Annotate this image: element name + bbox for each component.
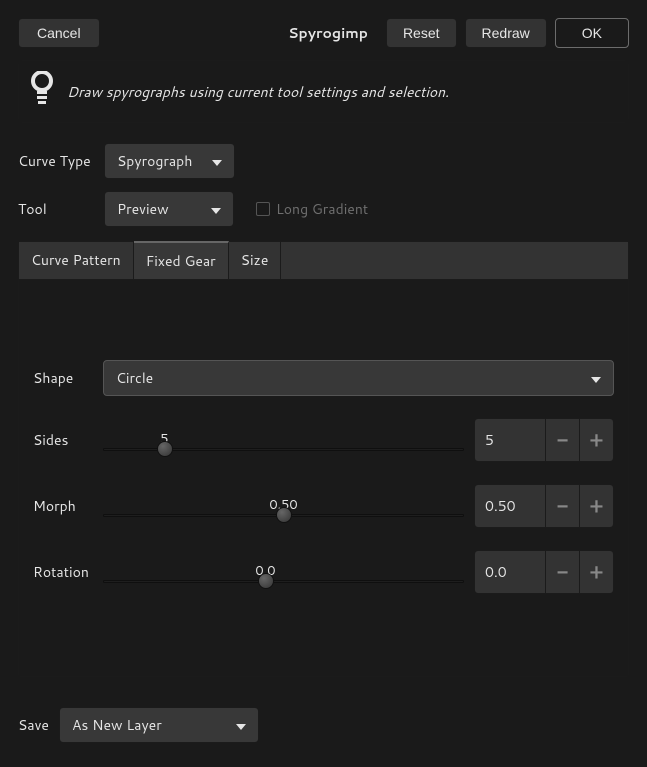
morph-label: Morph xyxy=(33,496,93,516)
morph-decrement-button[interactable]: − xyxy=(546,484,580,528)
slider-track[interactable] xyxy=(103,448,464,451)
tool-value: Preview xyxy=(117,199,169,219)
sides-input[interactable]: 5 xyxy=(474,418,546,462)
rotation-input[interactable]: 0.0 xyxy=(474,550,546,594)
slider-handle[interactable] xyxy=(157,441,173,457)
shape-label: Shape xyxy=(33,368,93,388)
sides-label: Sides xyxy=(33,430,93,450)
chevron-down-icon xyxy=(236,715,246,735)
save-row: Save As New Layer xyxy=(18,707,629,743)
info-box: Draw spyrographs using current tool sett… xyxy=(18,60,629,123)
chevron-down-icon xyxy=(212,151,222,171)
tabs-bar: Curve Pattern Fixed Gear Size xyxy=(19,242,628,280)
redraw-button[interactable]: Redraw xyxy=(465,18,547,48)
slider-handle[interactable] xyxy=(276,507,292,523)
rotation-decrement-button[interactable]: − xyxy=(546,550,580,594)
shape-row: Shape Circle xyxy=(33,360,614,396)
morph-increment-button[interactable]: + xyxy=(580,484,614,528)
chevron-down-icon xyxy=(211,199,221,219)
curve-type-row: Curve Type Spyrograph xyxy=(18,143,629,179)
morph-spinner: 0.50 − + xyxy=(474,484,614,528)
tab-fixed-gear[interactable]: Fixed Gear xyxy=(134,241,229,279)
dialog-title: Spyrogimp xyxy=(288,23,368,43)
chevron-down-icon xyxy=(591,368,601,388)
shape-value: Circle xyxy=(116,368,153,388)
rotation-label: Rotation xyxy=(33,562,93,582)
info-text: Draw spyrographs using current tool sett… xyxy=(67,82,449,102)
slider-handle[interactable] xyxy=(258,573,274,589)
sides-slider[interactable]: 5 xyxy=(103,430,464,451)
header-row: Cancel Spyrogimp Reset Redraw OK xyxy=(18,18,629,48)
slider-track[interactable] xyxy=(103,514,464,517)
rotation-row: Rotation 0.0 0.0 − + xyxy=(33,550,614,594)
tab-content: Shape Circle Sides 5 5 xyxy=(19,280,628,676)
sides-row: Sides 5 5 − + xyxy=(33,418,614,462)
curve-type-select[interactable]: Spyrograph xyxy=(104,143,235,179)
tool-row: Tool Preview Long Gradient xyxy=(18,191,629,227)
slider-track[interactable] xyxy=(103,580,464,583)
lightbulb-icon xyxy=(31,71,53,112)
tool-select[interactable]: Preview xyxy=(104,191,234,227)
tool-label: Tool xyxy=(18,199,94,219)
rotation-increment-button[interactable]: + xyxy=(580,550,614,594)
reset-button[interactable]: Reset xyxy=(386,18,457,48)
tabs-container: Curve Pattern Fixed Gear Size Shape Circ… xyxy=(18,241,629,677)
morph-slider[interactable]: 0.50 xyxy=(103,496,464,517)
morph-row: Morph 0.50 0.50 − + xyxy=(33,484,614,528)
dialog-panel: Cancel Spyrogimp Reset Redraw OK Draw sp… xyxy=(18,18,629,743)
sides-decrement-button[interactable]: − xyxy=(546,418,580,462)
long-gradient-checkbox[interactable] xyxy=(256,202,270,216)
sides-spinner: 5 − + xyxy=(474,418,614,462)
cancel-button[interactable]: Cancel xyxy=(18,18,100,48)
long-gradient-checkbox-wrap[interactable]: Long Gradient xyxy=(256,199,368,219)
save-select[interactable]: As New Layer xyxy=(59,707,259,743)
shape-select[interactable]: Circle xyxy=(103,360,614,396)
long-gradient-label: Long Gradient xyxy=(276,199,368,219)
tab-curve-pattern[interactable]: Curve Pattern xyxy=(19,242,134,279)
curve-type-value: Spyrograph xyxy=(117,151,192,171)
curve-type-label: Curve Type xyxy=(18,151,94,171)
rotation-slider[interactable]: 0.0 xyxy=(103,562,464,583)
sides-increment-button[interactable]: + xyxy=(580,418,614,462)
rotation-spinner: 0.0 − + xyxy=(474,550,614,594)
tab-size[interactable]: Size xyxy=(229,242,282,279)
save-label: Save xyxy=(18,715,49,735)
morph-input[interactable]: 0.50 xyxy=(474,484,546,528)
save-value: As New Layer xyxy=(72,715,162,735)
ok-button[interactable]: OK xyxy=(555,18,629,48)
